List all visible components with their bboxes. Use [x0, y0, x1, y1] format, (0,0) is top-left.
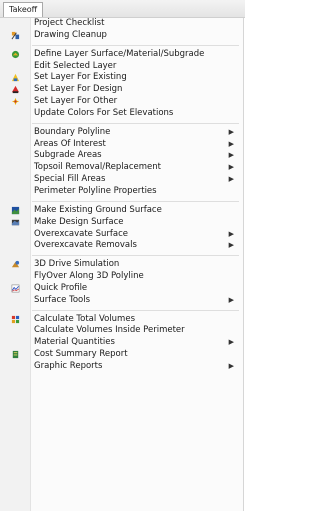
menu-item-label: Boundary Polyline — [34, 126, 111, 137]
menu-separator — [0, 307, 243, 314]
menu-item-subgrade-areas[interactable]: Subgrade Areas ▶ — [0, 150, 243, 162]
menu-item-label: Graphic Reports — [34, 360, 103, 371]
submenu-arrow-icon: ▶ — [228, 127, 234, 136]
menu-item-label: Material Quantities — [34, 337, 115, 348]
menu-item-label: Set Layer For Other — [34, 96, 118, 107]
menu-separator — [0, 198, 243, 205]
menu-item-label: Define Layer Surface/Material/Subgrade — [34, 48, 205, 59]
menu-item-quick-profile[interactable]: Quick Profile — [0, 283, 243, 295]
menu-item-topsoil-removal[interactable]: Topsoil Removal/Replacement ▶ — [0, 162, 243, 174]
menu-item-graphic-reports[interactable]: Graphic Reports ▶ — [0, 361, 243, 373]
submenu-arrow-icon: ▶ — [228, 139, 234, 148]
submenu-arrow-icon: ▶ — [228, 295, 234, 304]
menu-item-label: Set Layer For Existing — [34, 72, 127, 83]
menu-item-label: Project Checklist — [34, 18, 105, 28]
submenu-arrow-icon: ▶ — [228, 163, 234, 172]
other-layer-icon — [11, 97, 20, 106]
menu-item-label: Drawing Cleanup — [34, 29, 107, 40]
menu-item-define-layer[interactable]: Define Layer Surface/Material/Subgrade — [0, 49, 243, 61]
menu-item-label: FlyOver Along 3D Polyline — [34, 271, 144, 282]
design-surface-icon — [11, 219, 20, 225]
menu-item-label: Update Colors For Set Elevations — [34, 107, 174, 118]
menu-item-label: 3D Drive Simulation — [34, 259, 120, 270]
menu-separator — [0, 42, 243, 49]
submenu-arrow-icon: ▶ — [228, 229, 234, 238]
menu-item-project-checklist[interactable]: Project Checklist — [0, 18, 243, 30]
menu-item-3d-drive-simulation[interactable]: 3D Drive Simulation — [0, 259, 243, 271]
menu-item-label: Subgrade Areas — [34, 150, 102, 161]
menu-item-label: Perimeter Polyline Properties — [34, 185, 157, 196]
submenu-arrow-icon: ▶ — [228, 241, 234, 250]
menu-item-label: Special Fill Areas — [34, 174, 106, 185]
menu-item-boundary-polyline[interactable]: Boundary Polyline ▶ — [0, 127, 243, 139]
takeoff-dropdown-menu: Project Checklist Drawing Cleanup Define… — [0, 18, 244, 511]
menu-item-surface-tools[interactable]: Surface Tools ▶ — [0, 295, 243, 307]
submenu-arrow-icon: ▶ — [228, 151, 234, 160]
menu-item-label: Make Existing Ground Surface — [34, 204, 162, 215]
menu-separator — [0, 120, 243, 127]
menu-item-label: Quick Profile — [34, 282, 88, 293]
menu-item-flyover-3d-polyline[interactable]: FlyOver Along 3D Polyline — [0, 271, 243, 283]
existing-surface-icon — [11, 206, 20, 214]
menu-item-calculate-total-volumes[interactable]: Calculate Total Volumes — [0, 314, 243, 326]
menu-item-drawing-cleanup[interactable]: Drawing Cleanup — [0, 30, 243, 42]
submenu-arrow-icon: ▶ — [228, 175, 234, 184]
menu-item-set-layer-existing[interactable]: Set Layer For Existing — [0, 72, 243, 84]
menu-item-label: Calculate Total Volumes — [34, 313, 135, 324]
cost-report-icon — [12, 350, 19, 359]
design-layer-icon — [11, 86, 20, 94]
menu-item-cost-summary-report[interactable]: Cost Summary Report — [0, 349, 243, 361]
menu-item-perimeter-polyline-properties[interactable]: Perimeter Polyline Properties — [0, 186, 243, 198]
existing-layer-icon — [11, 74, 20, 82]
drive-simulation-icon — [11, 261, 20, 268]
submenu-arrow-icon: ▶ — [228, 338, 234, 347]
menu-item-label: Topsoil Removal/Replacement — [34, 162, 161, 173]
menu-item-edit-selected-layer[interactable]: Edit Selected Layer — [0, 61, 243, 73]
menu-item-set-layer-design[interactable]: Set Layer For Design — [0, 84, 243, 96]
menu-item-make-existing-surface[interactable]: Make Existing Ground Surface — [0, 205, 243, 217]
menu-item-calculate-volumes-inside-perimeter[interactable]: Calculate Volumes Inside Perimeter — [0, 325, 243, 337]
takeoff-menu-tab[interactable]: Takeoff — [3, 2, 44, 17]
calculate-volumes-icon — [11, 315, 20, 323]
define-layer-icon — [11, 50, 20, 58]
menu-separator — [0, 252, 243, 259]
menu-item-label: Calculate Volumes Inside Perimeter — [34, 325, 185, 336]
menu-item-label: Areas Of Interest — [34, 138, 106, 149]
menu-bar: Takeoff — [0, 0, 245, 18]
menu-item-update-colors[interactable]: Update Colors For Set Elevations — [0, 108, 243, 120]
submenu-arrow-icon: ▶ — [228, 361, 234, 370]
menu-item-areas-of-interest[interactable]: Areas Of Interest ▶ — [0, 139, 243, 151]
menu-item-label: Make Design Surface — [34, 216, 124, 227]
menu-item-label: Overexcavate Removals — [34, 240, 137, 251]
menu-item-special-fill-areas[interactable]: Special Fill Areas ▶ — [0, 174, 243, 186]
menu-item-label: Overexcavate Surface — [34, 228, 128, 239]
menu-item-make-design-surface[interactable]: Make Design Surface — [0, 217, 243, 229]
menu-item-label: Surface Tools — [34, 294, 91, 305]
menu-item-label: Set Layer For Design — [34, 84, 123, 95]
menu-item-material-quantities[interactable]: Material Quantities ▶ — [0, 337, 243, 349]
drawing-cleanup-icon — [11, 31, 20, 40]
menu-item-overexcavate-removals[interactable]: Overexcavate Removals ▶ — [0, 240, 243, 252]
menu-item-set-layer-other[interactable]: Set Layer For Other — [0, 96, 243, 108]
menu-item-overexcavate-surface[interactable]: Overexcavate Surface ▶ — [0, 229, 243, 241]
menu-item-label: Cost Summary Report — [34, 349, 128, 360]
quick-profile-icon — [11, 284, 20, 293]
menu-item-label: Edit Selected Layer — [34, 60, 117, 71]
